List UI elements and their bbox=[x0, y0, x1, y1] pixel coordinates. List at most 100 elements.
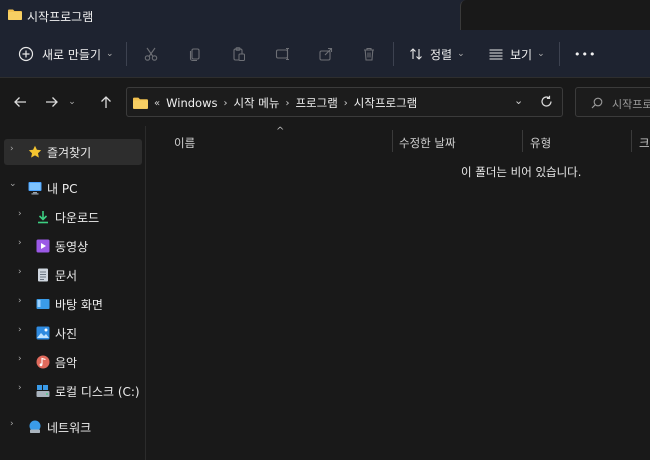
column-header-type[interactable]: 유형 bbox=[530, 130, 551, 156]
window-title: 시작프로그램 bbox=[27, 10, 94, 24]
arrow-left-icon bbox=[14, 97, 26, 107]
copy-button[interactable] bbox=[187, 38, 203, 70]
sidebar-item-quick-access[interactable]: › 즐겨찾기 bbox=[4, 139, 142, 165]
sort-ascending-icon: ^ bbox=[276, 126, 285, 137]
sidebar-item-this-pc[interactable]: ⌄ 내 PC bbox=[4, 175, 142, 201]
column-divider[interactable] bbox=[522, 130, 523, 152]
column-divider[interactable] bbox=[392, 130, 393, 152]
music-icon bbox=[36, 355, 50, 369]
address-dropdown-button[interactable]: ⌄ bbox=[514, 94, 523, 107]
more-icon: ••• bbox=[574, 47, 597, 61]
new-button[interactable]: 새로 만들기 ⌄ bbox=[18, 38, 114, 70]
sidebar-item-label: 네트워크 bbox=[47, 421, 92, 435]
toolbar-divider bbox=[393, 42, 394, 66]
search-icon bbox=[591, 97, 603, 109]
folder-icon bbox=[133, 97, 148, 109]
column-type-label: 유형 bbox=[530, 136, 552, 150]
breadcrumb-windows[interactable]: Windows bbox=[166, 96, 217, 110]
refresh-icon bbox=[541, 95, 552, 107]
sidebar-item-local-disk[interactable]: › 로컬 디스크 (C:) bbox=[4, 378, 142, 404]
column-header-modified[interactable]: 수정한 날짜 bbox=[399, 130, 456, 156]
new-button-label: 새로 만들기 bbox=[42, 47, 102, 62]
sidebar-item-label: 즐겨찾기 bbox=[47, 146, 92, 160]
sidebar-item-network[interactable]: › 네트워크 bbox=[4, 414, 142, 440]
chevron-right-icon[interactable]: › bbox=[18, 238, 22, 248]
document-icon bbox=[38, 268, 48, 282]
navigation-pane: › 즐겨찾기 ⌄ 내 PC › 다운로드 › 동영상 › 문서 › 바탕 화면 … bbox=[0, 126, 146, 460]
pictures-icon bbox=[36, 326, 50, 340]
plus-circle-icon bbox=[18, 46, 34, 62]
empty-folder-message: 이 폴더는 비어 있습니다. bbox=[461, 165, 582, 179]
chevron-right-icon[interactable]: › bbox=[18, 209, 22, 219]
sidebar-item-pictures[interactable]: › 사진 bbox=[4, 320, 142, 346]
share-icon bbox=[318, 46, 334, 62]
disk-icon bbox=[36, 385, 50, 397]
sidebar-item-downloads[interactable]: › 다운로드 bbox=[4, 204, 142, 230]
chevron-down-icon: ⌄ bbox=[106, 49, 114, 59]
arrow-up-icon bbox=[101, 96, 111, 108]
rename-button[interactable] bbox=[275, 38, 291, 70]
chevron-right-icon[interactable]: › bbox=[10, 419, 14, 429]
column-size-label: 크 bbox=[639, 136, 650, 150]
sidebar-item-label: 사진 bbox=[55, 327, 78, 341]
download-icon bbox=[38, 211, 48, 224]
sidebar-item-label: 음악 bbox=[55, 356, 78, 370]
history-dropdown[interactable]: ⌄ bbox=[66, 92, 78, 112]
chevron-down-icon[interactable]: ⌄ bbox=[9, 179, 17, 189]
sidebar-item-music[interactable]: › 음악 bbox=[4, 349, 142, 375]
cut-button[interactable] bbox=[143, 38, 159, 70]
chevron-right-icon[interactable]: › bbox=[18, 354, 22, 364]
network-icon bbox=[29, 420, 41, 433]
search-box[interactable]: 시작프로 bbox=[575, 87, 650, 117]
column-name-label: 이름 bbox=[174, 136, 196, 150]
breadcrumb-programs[interactable]: 프로그램 bbox=[295, 95, 337, 111]
column-divider[interactable] bbox=[631, 130, 632, 152]
sidebar-item-documents[interactable]: › 문서 bbox=[4, 262, 142, 288]
up-button[interactable] bbox=[96, 92, 116, 112]
back-button[interactable] bbox=[10, 92, 30, 112]
sidebar-item-desktop[interactable]: › 바탕 화면 bbox=[4, 291, 142, 317]
paste-button[interactable] bbox=[231, 38, 247, 70]
star-icon bbox=[28, 145, 42, 158]
search-placeholder: 시작프로 bbox=[612, 98, 650, 111]
forward-button[interactable] bbox=[42, 92, 62, 112]
address-bar[interactable]: « Windows › 시작 메뉴 › 프로그램 › 시작프로그램 ⌄ bbox=[126, 87, 563, 117]
breadcrumb-separator[interactable]: › bbox=[285, 98, 289, 109]
delete-button[interactable] bbox=[361, 38, 377, 70]
paste-icon bbox=[231, 46, 247, 62]
column-header-name[interactable]: 이름 bbox=[174, 130, 195, 156]
command-bar: 새로 만들기 ⌄ 정렬 ⌄ 보기 ⌄ ••• bbox=[0, 30, 650, 78]
breadcrumb-startup[interactable]: 시작프로그램 bbox=[354, 95, 417, 111]
sort-button[interactable]: 정렬 ⌄ bbox=[408, 38, 465, 70]
folder-icon bbox=[8, 9, 22, 20]
toolbar-divider bbox=[126, 42, 127, 66]
view-list-icon bbox=[488, 46, 504, 62]
breadcrumb-separator[interactable]: › bbox=[223, 98, 227, 109]
video-icon bbox=[36, 239, 50, 253]
toolbar-divider bbox=[559, 42, 560, 66]
sort-button-label: 정렬 bbox=[430, 47, 453, 62]
chevron-right-icon[interactable]: › bbox=[18, 296, 22, 306]
overflow-crumb[interactable]: « bbox=[154, 98, 160, 109]
cut-icon bbox=[143, 46, 159, 62]
sidebar-item-label: 동영상 bbox=[55, 240, 89, 254]
share-button[interactable] bbox=[318, 38, 334, 70]
chevron-down-icon: ⌄ bbox=[68, 97, 76, 107]
more-options-button[interactable]: ••• bbox=[574, 38, 596, 70]
file-list: ^ 이름 수정한 날짜 유형 크 이 폴더는 비어 있습니다. bbox=[146, 126, 650, 460]
column-header-size[interactable]: 크 bbox=[639, 130, 650, 156]
chevron-right-icon[interactable]: › bbox=[18, 383, 22, 393]
sidebar-item-videos[interactable]: › 동영상 bbox=[4, 233, 142, 259]
view-button[interactable]: 보기 ⌄ bbox=[488, 38, 545, 70]
refresh-button[interactable] bbox=[540, 95, 553, 111]
breadcrumb-start-menu[interactable]: 시작 메뉴 bbox=[233, 95, 279, 111]
breadcrumb-separator[interactable]: › bbox=[344, 98, 348, 109]
chevron-right-icon[interactable]: › bbox=[18, 267, 22, 277]
title-bar: 시작프로그램 bbox=[0, 0, 650, 30]
chevron-down-icon: ⌄ bbox=[537, 49, 545, 59]
delete-icon bbox=[361, 46, 377, 62]
title-tab-area bbox=[460, 0, 650, 30]
chevron-right-icon[interactable]: › bbox=[10, 144, 14, 154]
navigation-bar: ⌄ « Windows › 시작 메뉴 › 프로그램 › 시작프로그램 ⌄ 시작… bbox=[0, 78, 650, 126]
chevron-right-icon[interactable]: › bbox=[18, 325, 22, 335]
